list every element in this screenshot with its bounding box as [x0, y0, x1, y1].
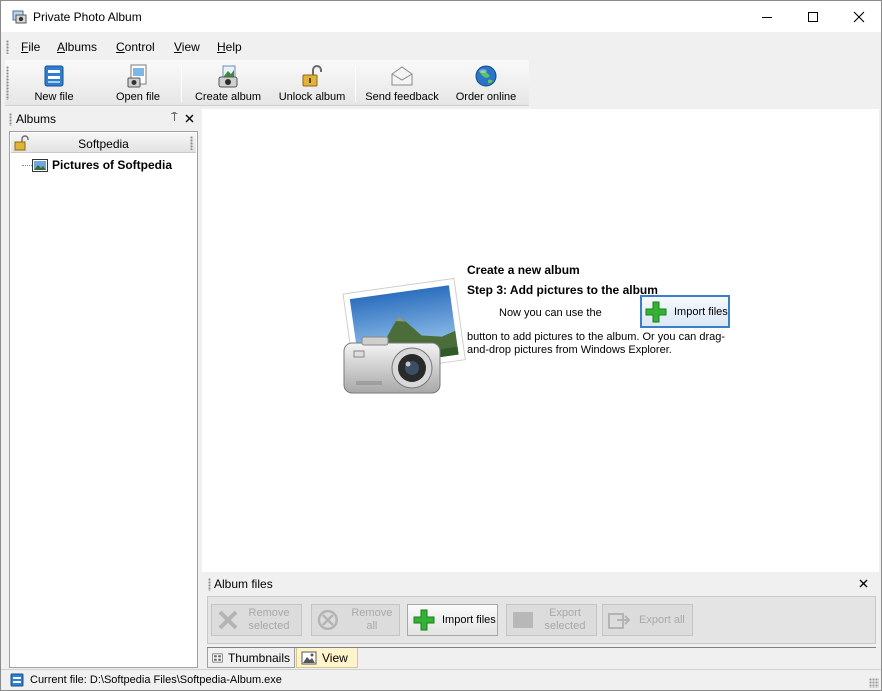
import-files-label: Import files	[442, 613, 496, 626]
create-album-label: Create album	[194, 91, 262, 103]
pin-icon[interactable]: ⍑	[171, 112, 178, 125]
export-selected-label: Export selected	[544, 607, 586, 632]
tab-thumbnails-label: Thumbnails	[227, 650, 290, 665]
view-icon	[301, 651, 317, 664]
plus-icon	[413, 609, 435, 631]
album-name: Softpedia	[78, 137, 129, 151]
main-toolbar: New file Open file Create album Unlock a…	[5, 60, 529, 106]
menu-file[interactable]: File	[21, 40, 40, 54]
export-all-icon	[608, 613, 631, 629]
menu-help[interactable]: Help	[217, 40, 242, 54]
thumbnails-icon	[212, 653, 223, 662]
new-file-icon	[44, 65, 64, 87]
guide-step: Step 3: Add pictures to the album	[467, 283, 658, 297]
unlock-icon	[302, 65, 322, 87]
import-files-button[interactable]: Import files	[407, 604, 498, 636]
album-files-panel: Album files Remove selected Remove all Im…	[202, 574, 879, 668]
tab-view[interactable]: View	[296, 648, 358, 668]
tab-thumbnails[interactable]: Thumbnails	[207, 648, 295, 668]
new-file-label: New file	[34, 91, 74, 103]
globe-icon	[475, 65, 497, 87]
import-files-label: Import files	[674, 305, 728, 318]
remove-all-button[interactable]: Remove all	[311, 604, 400, 636]
albums-panel-header[interactable]: Albums ⍑	[8, 109, 199, 129]
import-files-button[interactable]: Import files	[640, 295, 730, 328]
remove-all-label: Remove all	[351, 607, 393, 632]
picture-folder-icon	[32, 158, 48, 172]
view-tabs: Thumbnails View	[207, 647, 876, 668]
remove-icon	[218, 610, 238, 630]
window-title: Private Photo Album	[33, 10, 142, 24]
album-files-grip[interactable]	[208, 578, 211, 591]
close-button[interactable]	[836, 1, 882, 32]
minimize-icon	[762, 16, 772, 18]
order-online-button[interactable]: Order online	[453, 62, 519, 104]
create-album-button[interactable]: Create album	[195, 62, 261, 104]
export-selected-button[interactable]: Export selected	[506, 604, 597, 636]
export-icon	[513, 612, 533, 628]
album-files-toolbar: Remove selected Remove all Import files E…	[207, 596, 876, 644]
toolbar-separator	[181, 66, 182, 102]
file-icon	[10, 673, 24, 687]
toolbar-separator	[355, 66, 356, 102]
album-files-title: Album files	[214, 577, 273, 591]
close-icon[interactable]	[859, 579, 868, 588]
app-icon	[12, 10, 27, 24]
albums-panel: Albums ⍑ Softpedia Pictures of Softpedia	[8, 109, 199, 668]
app-window: Private Photo Album File Albums Control …	[0, 0, 882, 691]
maximize-button[interactable]	[790, 1, 836, 32]
unlock-album-button[interactable]: Unlock album	[279, 62, 345, 104]
menu-albums[interactable]: Albums	[57, 40, 97, 54]
guide-now-text: Now you can use the	[499, 307, 602, 319]
albums-panel-grip[interactable]	[9, 113, 12, 126]
albums-panel-title: Albums	[16, 112, 57, 126]
main-view[interactable]: Create a new album Step 3: Add pictures …	[202, 109, 879, 572]
maximize-icon	[808, 11, 818, 22]
send-feedback-button[interactable]: Send feedback	[363, 62, 441, 104]
close-icon[interactable]	[185, 114, 194, 123]
menu-view[interactable]: View	[174, 40, 200, 54]
menu-bar: File Albums Control View Help	[1, 35, 881, 59]
tree-connector	[22, 165, 32, 166]
albums-tree[interactable]: Softpedia Pictures of Softpedia	[9, 131, 198, 668]
title-bar[interactable]: Private Photo Album	[1, 1, 881, 32]
tree-item-label: Pictures of Softpedia	[52, 158, 173, 172]
open-file-button[interactable]: Open file	[111, 62, 165, 104]
order-online-label: Order online	[455, 91, 517, 103]
tab-view-label: View	[322, 650, 348, 665]
minimize-button[interactable]	[744, 1, 790, 32]
close-icon	[853, 11, 865, 22]
resize-grip[interactable]	[869, 678, 879, 688]
send-feedback-label: Send feedback	[365, 91, 439, 103]
current-file-text: Current file: D:\Softpedia Files\Softped…	[30, 674, 282, 686]
album-header-grip	[190, 136, 193, 150]
tree-item-pictures[interactable]: Pictures of Softpedia	[32, 158, 172, 172]
export-all-button[interactable]: Export all	[602, 604, 693, 636]
menu-control[interactable]: Control	[116, 40, 155, 54]
status-bar: Current file: D:\Softpedia Files\Softped…	[1, 669, 881, 690]
guide-description: button to add pictures to the album. Or …	[467, 331, 726, 356]
export-all-label: Export all	[639, 613, 685, 626]
album-files-header[interactable]: Album files	[202, 574, 879, 594]
plus-icon	[645, 301, 667, 322]
guide-heading: Create a new album	[467, 263, 580, 277]
remove-all-icon	[317, 609, 338, 631]
open-file-icon	[127, 64, 147, 88]
new-file-button[interactable]: New file	[29, 62, 79, 104]
toolbar-grip[interactable]	[6, 66, 9, 100]
camera-photo-illustration	[342, 277, 466, 394]
open-file-label: Open file	[115, 91, 161, 103]
remove-selected-label: Remove selected	[248, 607, 290, 632]
album-header[interactable]: Softpedia	[11, 133, 196, 153]
create-album-icon	[218, 65, 238, 88]
unlock-album-label: Unlock album	[278, 91, 346, 103]
menubar-grip[interactable]	[6, 40, 9, 54]
envelope-icon	[391, 66, 413, 86]
remove-selected-button[interactable]: Remove selected	[211, 604, 302, 636]
